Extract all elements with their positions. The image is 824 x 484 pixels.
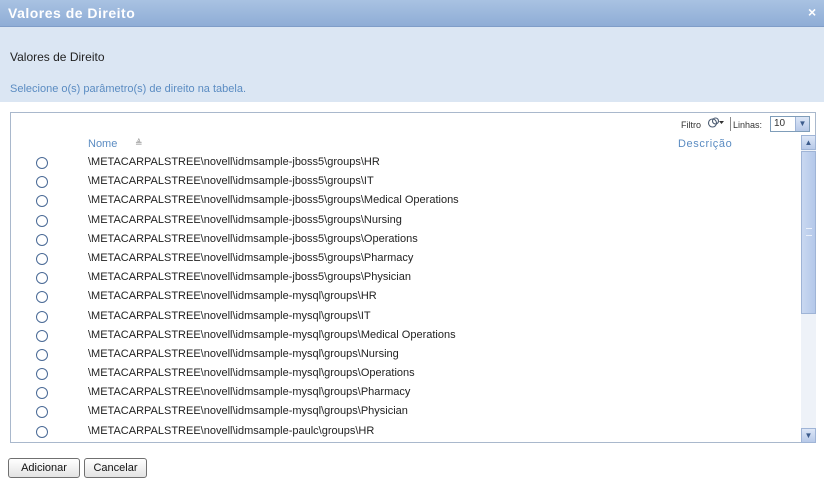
filter-icon[interactable] [707,116,725,130]
table-row[interactable]: \METACARPALSTREE\novell\idmsample-jboss5… [11,172,801,191]
name-cell: \METACARPALSTREE\novell\idmsample-jboss5… [88,271,411,284]
table-row[interactable]: \METACARPALSTREE\novell\idmsample-mysql\… [11,345,801,364]
table-header: Nome ≜ Descrição [11,135,801,153]
scrollbar-grip [806,228,812,236]
vertical-scrollbar[interactable]: ▲ ▼ [801,135,816,443]
name-cell: \METACARPALSTREE\novell\idmsample-mysql\… [88,309,371,322]
table-row[interactable]: \METACARPALSTREE\novell\idmsample-mysql\… [11,307,801,326]
table-row[interactable]: \METACARPALSTREE\novell\idmsample-mysql\… [11,287,801,306]
table-row[interactable]: \METACARPALSTREE\novell\idmsample-mysql\… [11,364,801,383]
name-cell: \METACARPALSTREE\novell\idmsample-jboss5… [88,156,380,168]
row-radio-button[interactable] [36,233,48,246]
table-body: \METACARPALSTREE\novell\idmsample-jboss5… [11,153,801,443]
toolbar-separator [730,117,731,131]
table-toolbar: Filtro Linhas: 10 ▼ [11,113,815,135]
row-radio-button[interactable] [36,176,48,189]
table-row[interactable]: \METACARPALSTREE\novell\idmsample-jboss5… [11,211,801,230]
name-cell: \METACARPALSTREE\novell\idmsample-jboss5… [88,194,459,207]
row-radio-button[interactable] [36,387,48,400]
name-cell: \METACARPALSTREE\novell\idmsample-mysql\… [88,405,408,418]
table-row[interactable]: \METACARPALSTREE\novell\idmsample-jboss5… [11,249,801,268]
column-header-nome[interactable]: Nome [88,138,117,150]
name-cell: \METACARPALSTREE\novell\idmsample-mysql\… [88,386,411,399]
name-cell: \METACARPALSTREE\novell\idmsample-jboss5… [88,232,418,245]
row-radio-button[interactable] [36,310,48,323]
row-radio-button[interactable] [36,272,48,285]
close-icon[interactable]: × [808,4,822,20]
table-row[interactable]: \METACARPALSTREE\novell\idmsample-mysql\… [11,402,801,421]
sort-indicator-icon: ≜ [135,138,143,148]
row-radio-button[interactable] [36,406,48,419]
table-row[interactable]: \METACARPALSTREE\novell\idmsample-mysql\… [11,383,801,402]
section-heading: Valores de Direito [10,50,105,64]
row-radio-button[interactable] [36,329,48,342]
dialog-header: Valores de Direito Selecione o(s) parâme… [0,27,824,102]
name-cell: \METACARPALSTREE\novell\idmsample-mysql\… [88,347,399,360]
row-radio-button[interactable] [36,291,48,304]
column-header-descricao[interactable]: Descrição [678,138,732,150]
table-panel: Filtro Linhas: 10 ▼ Nome ≜ Descrição \ME… [10,112,816,443]
scrollbar-thumb[interactable] [801,151,816,314]
cancel-button[interactable]: Cancelar [84,458,147,478]
name-cell: \METACARPALSTREE\novell\idmsample-jboss5… [88,213,402,226]
row-radio-button[interactable] [36,368,48,381]
title-bar: Valores de Direito × [0,0,824,27]
table-row[interactable]: \METACARPALSTREE\novell\idmsample-jboss5… [11,191,801,210]
table-row[interactable]: \METACARPALSTREE\novell\idmsample-mysql\… [11,326,801,345]
chevron-down-icon[interactable]: ▼ [801,428,816,443]
name-cell: \METACARPALSTREE\novell\idmsample-mysql\… [88,328,456,341]
name-cell: \METACARPALSTREE\novell\idmsample-jboss5… [88,175,374,188]
row-radio-button[interactable] [36,195,48,208]
table-row[interactable]: \METACARPALSTREE\novell\idmsample-paulc\… [11,441,801,443]
table-row[interactable]: \METACARPALSTREE\novell\idmsample-jboss5… [11,230,801,249]
table-row[interactable]: \METACARPALSTREE\novell\idmsample-paulc\… [11,422,801,441]
chevron-down-icon[interactable]: ▼ [795,117,809,131]
table-row[interactable]: \METACARPALSTREE\novell\idmsample-jboss5… [11,153,801,172]
name-cell: \METACARPALSTREE\novell\idmsample-mysql\… [88,367,415,380]
rows-per-page-value: 10 [774,118,786,129]
instruction-text: Selecione o(s) parâmetro(s) de direito n… [10,83,247,95]
rows-per-page-label: Linhas: [733,120,763,130]
row-radio-button[interactable] [36,425,48,438]
dialog-footer: Adicionar Cancelar [0,446,824,484]
row-radio-button[interactable] [36,157,48,169]
add-button[interactable]: Adicionar [8,458,80,478]
filter-label: Filtro [681,120,701,130]
row-radio-button[interactable] [36,348,48,361]
window-title: Valores de Direito [8,5,136,21]
entitlement-values-dialog: Valores de Direito × Valores de Direito … [0,0,824,484]
rows-per-page-select[interactable]: 10 ▼ [770,116,810,132]
row-radio-button[interactable] [36,252,48,265]
row-radio-button[interactable] [36,214,48,227]
name-cell: \METACARPALSTREE\novell\idmsample-mysql\… [88,290,377,303]
name-cell: \METACARPALSTREE\novell\idmsample-jboss5… [88,251,414,264]
table-row[interactable]: \METACARPALSTREE\novell\idmsample-jboss5… [11,268,801,287]
chevron-up-icon[interactable]: ▲ [801,135,816,150]
name-cell: \METACARPALSTREE\novell\idmsample-paulc\… [88,424,375,437]
